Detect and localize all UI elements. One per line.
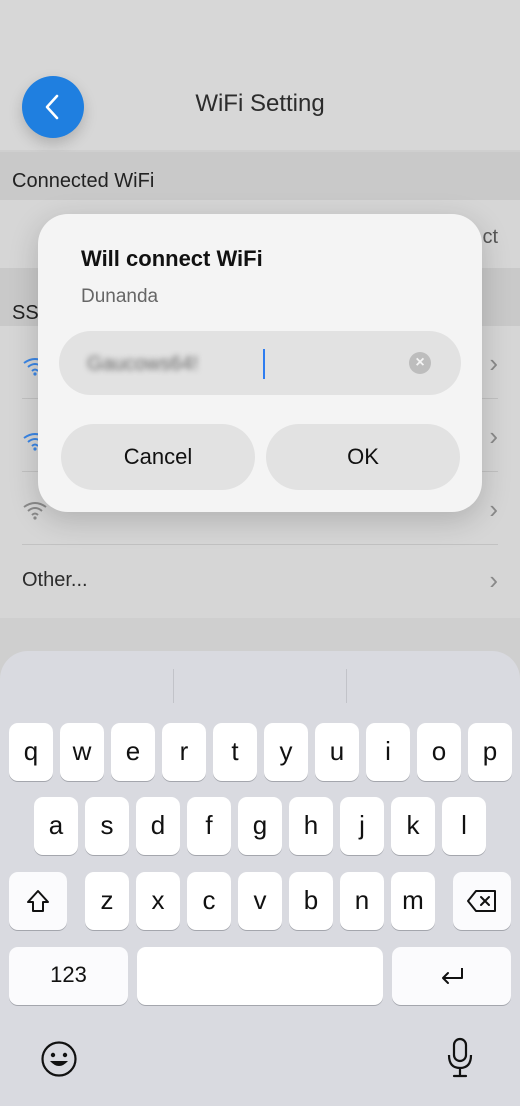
key-u[interactable]: u (315, 723, 359, 781)
key-h[interactable]: h (289, 797, 333, 855)
key-f[interactable]: f (187, 797, 231, 855)
password-field[interactable]: × (59, 331, 461, 395)
key-n[interactable]: n (340, 872, 384, 930)
connected-wifi-header: Connected WiFi (0, 152, 520, 200)
numbers-key[interactable]: 123 (9, 947, 128, 1005)
key-p[interactable]: p (468, 723, 512, 781)
key-x[interactable]: x (136, 872, 180, 930)
key-g[interactable]: g (238, 797, 282, 855)
key-c[interactable]: c (187, 872, 231, 930)
key-o[interactable]: o (417, 723, 461, 781)
other-label: Other... (22, 569, 88, 591)
shift-key[interactable] (9, 872, 67, 930)
cancel-button[interactable]: Cancel (61, 424, 255, 490)
ok-button[interactable]: OK (266, 424, 460, 490)
dialog-title: Will connect WiFi (81, 246, 263, 271)
chevron-right-icon: › (489, 348, 498, 378)
key-w[interactable]: w (60, 723, 104, 781)
chevron-right-icon: › (489, 494, 498, 524)
network-name: Dunanda (81, 286, 159, 307)
wifi-icon (23, 502, 47, 520)
return-key[interactable] (392, 947, 511, 1005)
connected-action-label: ct (482, 226, 498, 248)
shift-icon (27, 890, 49, 912)
key-y[interactable]: y (264, 723, 308, 781)
connect-wifi-dialog: Will connect WiFi Dunanda × Cancel OK (38, 214, 482, 512)
backspace-key[interactable] (453, 872, 511, 930)
key-e[interactable]: e (111, 723, 155, 781)
key-i[interactable]: i (366, 723, 410, 781)
key-r[interactable]: r (162, 723, 206, 781)
header: WiFi Setting (0, 0, 520, 150)
key-b[interactable]: b (289, 872, 333, 930)
key-t[interactable]: t (213, 723, 257, 781)
password-input[interactable] (85, 347, 389, 381)
space-key[interactable] (137, 947, 383, 1005)
page-title: WiFi Setting (195, 90, 325, 117)
chevron-right-icon: › (489, 421, 498, 451)
key-s[interactable]: s (85, 797, 129, 855)
clear-icon[interactable]: × (409, 352, 431, 374)
key-a[interactable]: a (34, 797, 78, 855)
microphone-icon[interactable] (446, 1037, 474, 1079)
key-q[interactable]: q (9, 723, 53, 781)
other-network-row[interactable]: Other... › (0, 545, 520, 618)
key-k[interactable]: k (391, 797, 435, 855)
return-icon (441, 968, 463, 984)
key-z[interactable]: z (85, 872, 129, 930)
key-d[interactable]: d (136, 797, 180, 855)
text-caret (263, 349, 265, 379)
key-v[interactable]: v (238, 872, 282, 930)
key-m[interactable]: m (391, 872, 435, 930)
emoji-icon[interactable] (40, 1040, 78, 1078)
chevron-right-icon: › (489, 565, 498, 595)
keyboard: q w e r t y u i o p a s d f g h j k l z … (0, 651, 520, 1106)
key-l[interactable]: l (442, 797, 486, 855)
backspace-icon (467, 890, 496, 912)
key-j[interactable]: j (340, 797, 384, 855)
